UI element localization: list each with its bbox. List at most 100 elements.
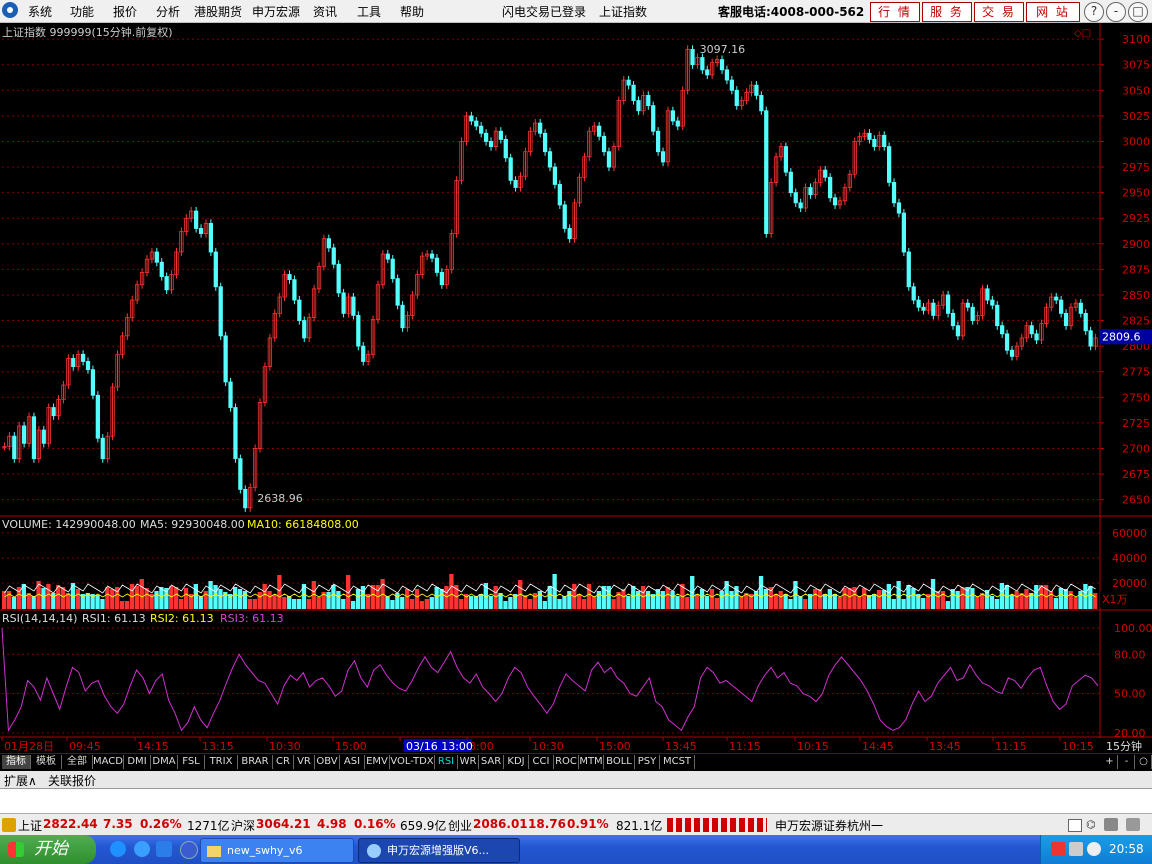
tab-模板[interactable]: 模板 [31,755,62,769]
desktop-icon[interactable] [156,841,172,857]
menu-hk-futures[interactable]: 港股期货 [194,3,242,20]
time-tick-label: 11:15 [995,740,1027,753]
tab-asi[interactable]: ASI [340,755,365,769]
menu-news[interactable]: 资讯 [313,3,337,20]
tab-extend[interactable]: 扩展∧ [4,772,37,789]
keyboard-icon[interactable] [1068,819,1082,832]
volume-bar [444,586,449,609]
price-tick-label: 3075 [1122,59,1150,72]
volume-bar [994,599,1000,609]
tab-obv[interactable]: OBV [315,755,340,769]
tab-psy[interactable]: PSY [635,755,660,769]
ie-icon-2[interactable] [134,841,150,857]
time-tick-label: 13:45 [929,740,961,753]
zoom-in-button[interactable]: + [1102,755,1118,769]
volume-bar [360,586,366,609]
candle-body [479,125,484,134]
tab-boll[interactable]: BOLL [604,755,635,769]
volume-bar [100,599,105,609]
volume-bar [124,601,130,609]
tab-mtm[interactable]: MTM [579,755,604,769]
candle-body [606,151,612,168]
volume-bar [2,591,7,609]
tab-kdj[interactable]: KDJ [504,755,529,769]
volume-bar [675,596,680,609]
candle-body [154,251,159,263]
app-logo-icon[interactable] [2,2,18,18]
tab-vol-tdx[interactable]: VOL-TDX [390,755,435,769]
menu-system[interactable]: 系统 [28,3,52,20]
tab-trix[interactable]: TRIX [205,755,238,769]
candle-body [891,182,897,204]
tab-brar[interactable]: BRAR [238,755,273,769]
ie-icon[interactable] [110,841,126,857]
volume-bar [921,598,926,609]
tab-cr[interactable]: CR [273,755,294,769]
candle-body [1034,333,1039,341]
tab-dmi[interactable]: DMI [124,755,151,769]
taskbar-item-folder[interactable]: new_swhy_v6 [200,838,354,863]
tab-emv[interactable]: EMV [365,755,390,769]
menu-function[interactable]: 功能 [70,3,94,20]
tab-roc[interactable]: ROC [554,755,579,769]
menu-help[interactable]: 帮助 [400,3,424,20]
candle-body [542,132,548,153]
candle-body [194,210,199,229]
candle-body [985,288,990,301]
volume-bar [154,591,159,609]
maximize-icon[interactable]: □ [1128,2,1148,22]
volume-label: VOLUME: 142990048.00 [2,518,136,531]
minimize-icon[interactable]: - [1106,2,1126,22]
reset-button[interactable]: ○ [1136,755,1152,769]
help-icon[interactable]: ? [1084,2,1104,22]
tab-related-quotes[interactable]: 关联报价 [48,772,96,789]
volume-bar [139,579,144,609]
menu-shenwan[interactable]: 申万宏源 [252,3,300,20]
start-button[interactable]: 开始 [0,835,96,864]
volume-bar [709,589,715,609]
tab-全部[interactable]: 全部 [62,755,93,769]
stock-chart[interactable]: 3100 3075 3050 3025 3000 2975 2950 2925 2900 2875… [0,23,1152,753]
tab-mcst[interactable]: MCST [660,755,695,769]
menu-tools[interactable]: 工具 [357,3,381,20]
hs-value[interactable]: 3064.21 [256,817,311,831]
market-button[interactable]: 行 情 [870,2,920,22]
volume-bar [429,597,434,609]
tab-fsl[interactable]: FSL [178,755,205,769]
broker-name: 申万宏源证券杭州一 [775,819,884,833]
tab-macd[interactable]: MACD [93,755,124,769]
volume-bar [753,591,759,609]
candle-body [872,139,877,147]
service-button[interactable]: 服 务 [922,2,972,22]
trade-button[interactable]: 交 易 [974,2,1024,22]
tab-rsi[interactable]: RSI [435,755,458,769]
tray-app-icon[interactable] [1126,818,1140,831]
tab-wr[interactable]: WR [458,755,479,769]
tab-cci[interactable]: CCI [529,755,554,769]
tray-flag-icon[interactable] [1051,842,1065,856]
website-button[interactable]: 网 站 [1026,2,1080,22]
volume-bar [159,587,164,609]
volume-bar [665,587,670,609]
candle-body [95,394,100,439]
network-icon[interactable] [1104,818,1118,831]
cy-value[interactable]: 2086.01 [473,817,528,831]
volume-bar [640,586,646,609]
tray-network-icon[interactable] [1069,842,1083,856]
menu-quote[interactable]: 报价 [113,3,137,20]
tab-vr[interactable]: VR [294,755,315,769]
volume-tick-label: 20000 [1112,577,1147,590]
sh-value[interactable]: 2822.44 [43,817,98,831]
tab-sar[interactable]: SAR [479,755,504,769]
price-tick-label: 2775 [1122,366,1150,379]
rsi1-label: RSI1: 61.13 [82,612,146,625]
tab-dma[interactable]: DMA [151,755,178,769]
price-tick-label: 2725 [1122,417,1150,430]
zoom-out-button[interactable]: - [1119,755,1135,769]
tray-volume-icon[interactable] [1087,842,1101,856]
taskbar-item-app[interactable]: 申万宏源增强版V6... [358,838,520,863]
tab-指标[interactable]: 指标 [2,755,31,769]
menu-analysis[interactable]: 分析 [156,3,180,20]
quicklaunch-icon[interactable] [180,841,198,859]
volume-bar [1053,598,1059,609]
